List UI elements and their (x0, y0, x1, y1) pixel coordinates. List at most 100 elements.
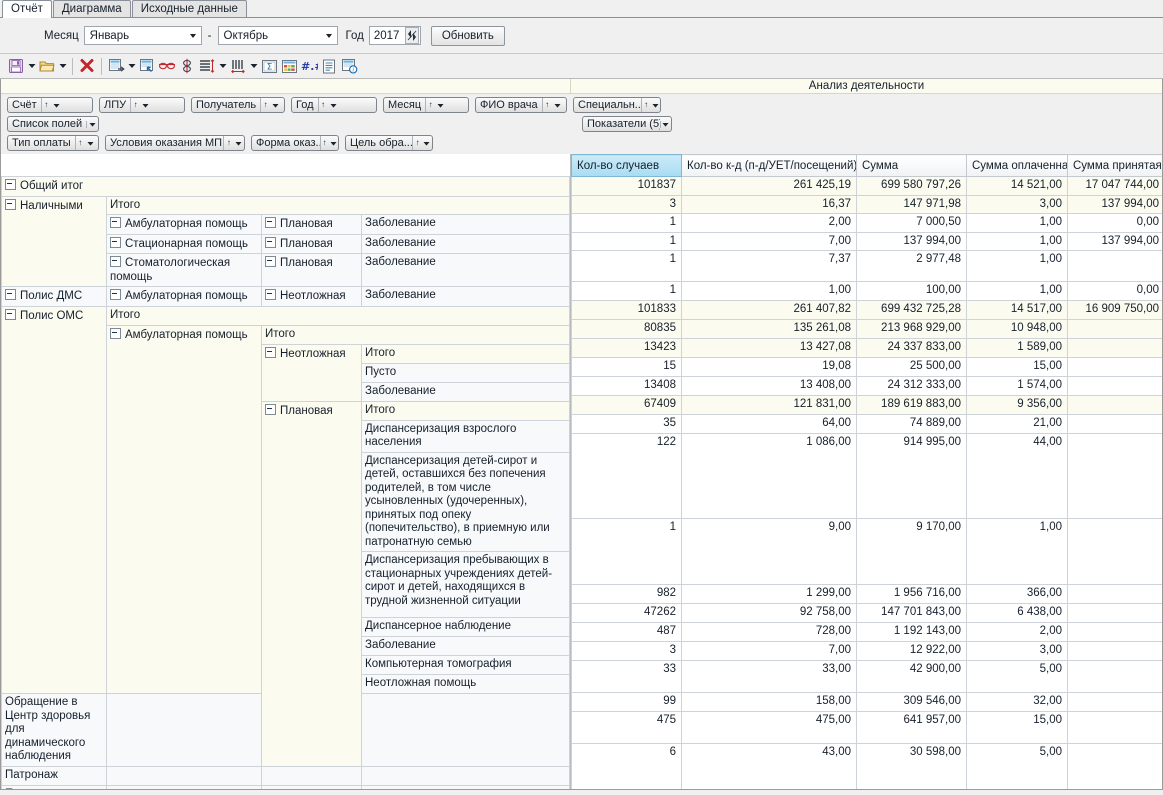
value-row[interactable]: 3 7,00 12 922,00 3,00 (571, 641, 1162, 661)
value-cell-1[interactable]: 1,00 (681, 281, 857, 301)
month-from-select[interactable]: Январь (83, 26, 202, 45)
number-format-icon[interactable]: #.# (299, 56, 319, 76)
tab-1[interactable]: Диаграмма (52, 0, 131, 17)
value-cell-2[interactable]: 147 971,98 (856, 194, 967, 214)
value-row[interactable]: 35 64,00 74 889,00 21,00 (571, 414, 1162, 434)
chevron-down-icon[interactable] (51, 102, 62, 109)
sort-ascending-icon[interactable]: ↑ (223, 136, 233, 150)
value-cell-0[interactable]: 33 (571, 660, 682, 693)
value-cell-0[interactable]: 3 (571, 194, 682, 214)
value-cell-0[interactable]: 15 (571, 357, 682, 377)
collapse-expander-icon[interactable] (265, 256, 276, 267)
value-row[interactable]: 1 7,00 137 994,00 1,00 137 994,00 (571, 231, 1162, 251)
column-header-0[interactable]: Кол-во случаев (571, 154, 682, 177)
chevron-down-icon[interactable] (328, 140, 338, 147)
value-cell-4[interactable] (1067, 711, 1162, 744)
tree-cell[interactable]: Заболевание (361, 233, 570, 254)
value-cell-1[interactable]: 158,00 (681, 692, 857, 712)
tree-cell[interactable]: Заболевание (361, 381, 570, 402)
value-row[interactable]: 122 1 086,00 914 995,00 44,00 (571, 433, 1162, 519)
value-row[interactable]: 101833 261 407,82 699 432 725,28 14 517,00 1… (571, 300, 1162, 320)
field-list-button[interactable]: Список полей (7, 116, 99, 132)
collapse-expander-icon[interactable] (265, 346, 276, 358)
value-row[interactable]: 1 7,37 2 977,48 1,00 (571, 250, 1162, 282)
value-cell-3[interactable]: 10 948,00 (966, 319, 1068, 339)
value-cell-1[interactable]: 33,00 (681, 660, 857, 693)
value-cell-3[interactable]: 6 438,00 (966, 603, 1068, 623)
value-cell-0[interactable]: 35 (571, 414, 682, 434)
value-cell-3[interactable]: 15,00 (966, 357, 1068, 377)
tree-cell[interactable]: Плановая (261, 233, 362, 254)
column-header-1[interactable]: Кол-во к-д (п-д/УЕТ/посещений) (681, 154, 857, 177)
value-cell-4[interactable] (1067, 319, 1162, 339)
open-folder-icon[interactable] (37, 56, 57, 76)
value-cell-1[interactable]: 13 427,08 (681, 338, 857, 358)
tree-cell[interactable]: Плановая (261, 400, 362, 767)
value-cell-3[interactable]: 5,00 (966, 660, 1068, 693)
sort-ascending-icon[interactable]: ↑ (74, 136, 85, 150)
year-spinner-icon[interactable] (404, 27, 419, 44)
collapse-expander-icon[interactable] (5, 308, 16, 320)
collapse-expander-icon[interactable] (110, 236, 121, 248)
report-info-icon[interactable]: i (339, 56, 359, 76)
value-cell-0[interactable]: 122 (571, 433, 682, 519)
sort-ascending-icon[interactable]: ↑ (130, 98, 140, 112)
value-cell-0[interactable]: 982 (571, 584, 682, 604)
refresh-button[interactable]: Обновить (430, 25, 505, 46)
table-row[interactable]: Общий итог (1, 176, 570, 197)
value-cell-4[interactable] (1067, 660, 1162, 693)
collapse-expander-icon[interactable] (5, 198, 16, 210)
collapse-expander-icon[interactable] (265, 403, 276, 415)
chevron-down-icon[interactable] (322, 27, 337, 44)
sort-ascending-icon[interactable]: ↑ (425, 98, 435, 112)
value-cell-0[interactable]: 1 (571, 281, 682, 301)
value-cell-0[interactable]: 6 (571, 743, 682, 789)
value-row[interactable]: 3 16,37 147 971,98 3,00 137 994,00 (571, 194, 1162, 214)
value-row[interactable]: 13408 13 408,00 24 312 333,00 1 574,00 (571, 376, 1162, 396)
tab-2[interactable]: Исходные данные (131, 0, 247, 17)
value-cell-1[interactable]: 7,00 (681, 231, 857, 251)
chevron-down-icon[interactable] (86, 120, 98, 128)
value-cell-1[interactable]: 64,00 (681, 414, 857, 434)
tree-cell[interactable]: Первичное обращение в Центр здоровья (1, 784, 107, 789)
collapse-expander-icon[interactable] (5, 289, 16, 300)
tree-cell[interactable]: Заболевание (361, 286, 570, 307)
save-icon[interactable] (6, 56, 26, 76)
value-cell-4[interactable]: 17 047 744,00 (1067, 176, 1162, 196)
field-button-col-6[interactable]: Специальн... ↑ (573, 97, 661, 113)
tree-cell[interactable]: Полис ОМС (1, 305, 107, 694)
value-cell-2[interactable]: 42 900,00 (856, 660, 967, 693)
tree-cell[interactable]: Итого (106, 195, 570, 215)
column-header-4[interactable]: Сумма принятая (1067, 154, 1162, 177)
field-button-row-0[interactable]: Тип оплаты ↑ (7, 135, 99, 151)
value-cell-2[interactable]: 309 546,00 (856, 692, 967, 712)
value-cell-4[interactable] (1067, 357, 1162, 377)
value-cell-4[interactable]: 137 994,00 (1067, 194, 1162, 214)
value-cell-0[interactable]: 13408 (571, 376, 682, 396)
tree-cell[interactable]: Неотложная помощь (361, 674, 570, 694)
value-cell-0[interactable]: 13423 (571, 338, 682, 358)
table-row[interactable]: Наличными Итого (1, 195, 570, 287)
chevron-down-icon[interactable] (435, 102, 446, 109)
collapse-expander-icon[interactable] (265, 289, 276, 300)
value-cell-4[interactable] (1067, 414, 1162, 434)
value-row[interactable]: 99 158,00 309 546,00 32,00 (571, 692, 1162, 712)
value-cell-3[interactable]: 3,00 (966, 194, 1068, 214)
value-cell-1[interactable]: 728,00 (681, 622, 857, 642)
value-row[interactable]: 6 43,00 30 598,00 5,00 (571, 743, 1162, 789)
value-cell-2[interactable]: 30 598,00 (856, 743, 967, 789)
value-cell-0[interactable]: 1 (571, 518, 682, 585)
chevron-down-icon[interactable] (140, 102, 151, 109)
collapse-expander-icon[interactable] (110, 327, 121, 339)
conditional-format-icon[interactable] (279, 56, 299, 76)
chevron-down-icon[interactable] (186, 27, 201, 44)
value-cell-4[interactable] (1067, 338, 1162, 358)
chevron-down-icon[interactable] (650, 102, 660, 109)
value-cell-4[interactable]: 0,00 (1067, 213, 1162, 233)
value-cell-2[interactable]: 699 580 797,26 (856, 176, 967, 196)
value-cell-4[interactable]: 0,00 (1067, 281, 1162, 301)
expand-all-icon[interactable] (177, 56, 197, 76)
column-width-dropdown-arrow[interactable] (248, 56, 259, 76)
value-cell-0[interactable]: 487 (571, 622, 682, 642)
collapse-expander-icon[interactable] (110, 256, 121, 267)
